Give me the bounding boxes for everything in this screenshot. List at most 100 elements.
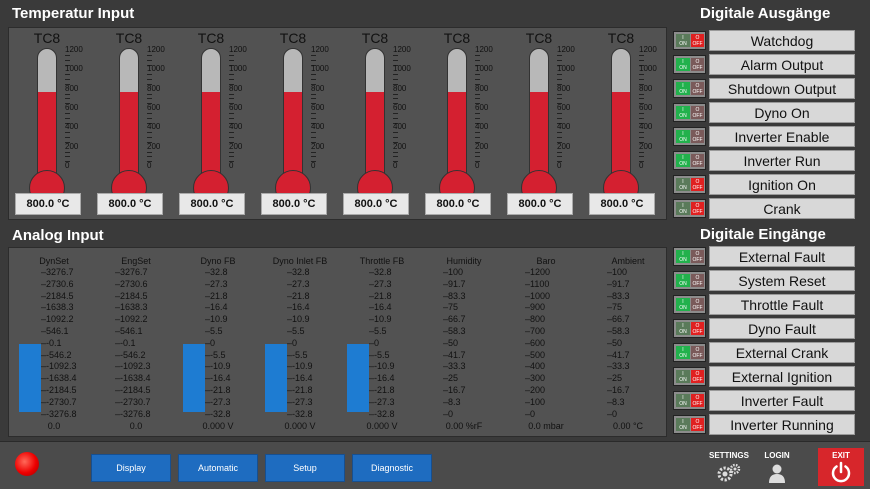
analog-tick-label: –3276.7 xyxy=(115,267,148,277)
bottom-bar: Display Automatic Setup Diagnostic SETTI… xyxy=(0,441,870,489)
input-toggle[interactable]: I ON O OFF xyxy=(673,271,706,290)
input-label: Dyno Fault xyxy=(709,318,855,339)
input-toggle[interactable]: I ON O OFF xyxy=(673,367,706,386)
scale-minor-tick xyxy=(639,54,644,56)
analog-tick-value: 100 xyxy=(448,267,464,277)
scale-tick-label: 200 xyxy=(393,141,407,151)
display-button[interactable]: Display xyxy=(91,454,171,482)
analog-tick-label: –500 xyxy=(525,349,546,360)
input-label: Inverter Fault xyxy=(709,390,855,411)
input-toggle[interactable]: I ON O OFF xyxy=(673,343,706,362)
analog-tick-value: 3276.7 xyxy=(120,267,148,277)
toggle-off-segment: O OFF xyxy=(691,202,704,215)
analog-tick-value: 500 xyxy=(530,349,546,360)
output-toggle[interactable]: I ON O OFF xyxy=(673,103,706,122)
analog-tick-label: –32.8 xyxy=(205,267,228,277)
analog-column-title: DynSet xyxy=(39,256,69,266)
toggle-off-segment: O OFF xyxy=(691,250,704,263)
status-led xyxy=(15,452,39,476)
analog-tick-value: 32.8 xyxy=(374,267,392,277)
input-toggle[interactable]: I ON O OFF xyxy=(673,295,706,314)
analog-tick-label: –75 xyxy=(443,302,459,313)
sensor-name: TC8 xyxy=(33,30,61,46)
analog-column-title: Dyno Inlet FB xyxy=(272,256,328,266)
scale-minor-tick xyxy=(311,79,316,80)
toggle-on-segment: I ON xyxy=(676,370,690,383)
scale-minor-tick xyxy=(65,156,70,158)
analog-tick-label: –-10.9 xyxy=(369,361,395,372)
thermometer-fill xyxy=(366,91,384,177)
login-button[interactable]: LOGIN xyxy=(756,448,798,486)
analog-value: 0.0 xyxy=(129,421,143,431)
output-row: I ON O OFF Inverter Run xyxy=(673,150,855,171)
toggle-on-segment: I ON xyxy=(676,418,690,431)
analog-tick-value: 27.3 xyxy=(292,278,310,289)
scale-minor-tick xyxy=(311,117,316,119)
output-toggle[interactable]: I ON O OFF xyxy=(673,127,706,146)
thermometer-scale: 1200 1000 800 600 400 200 0 xyxy=(473,46,513,180)
analog-column-title: Dyno FB xyxy=(200,256,236,266)
analog-tick-value: -32.8 xyxy=(374,408,395,419)
analog-tick-label: –-3276.8 xyxy=(115,408,151,419)
analog-tick-value: 10.9 xyxy=(292,314,310,325)
scale-tick-label: 1000 xyxy=(475,64,493,74)
on-text: ON xyxy=(679,185,687,191)
scale-minor-tick xyxy=(65,117,70,119)
toggle-on-segment: I ON xyxy=(676,202,690,215)
analog-tick-label: –0 xyxy=(287,337,298,348)
scale-minor-tick xyxy=(557,132,562,134)
output-toggle[interactable]: I ON O OFF xyxy=(673,31,706,50)
scale-minor-tick xyxy=(65,54,70,56)
diagnostic-button[interactable]: Diagnostic xyxy=(352,454,432,482)
scale-minor-tick xyxy=(557,98,562,100)
off-text: OFF xyxy=(692,257,703,263)
output-toggle[interactable]: I ON O OFF xyxy=(673,175,706,194)
analog-tick-value: -1092.3 xyxy=(46,361,77,372)
output-toggle[interactable]: I ON O OFF xyxy=(673,79,706,98)
output-label: Alarm Output xyxy=(709,54,855,75)
output-toggle[interactable]: I ON O OFF xyxy=(673,151,706,170)
analog-tick-label: –8.3 xyxy=(443,396,461,407)
analog-column: EngSet –3276.7 –2730.6 –2184.5 –1638.3 –1092.… xyxy=(95,248,177,438)
analog-tick-label: –27.3 xyxy=(369,278,392,289)
exit-button[interactable]: EXIT xyxy=(818,448,864,486)
analog-tick-label: –91.7 xyxy=(443,278,466,289)
analog-tick-value: -21.8 xyxy=(292,385,313,395)
input-row: I ON O OFF External Fault xyxy=(673,246,855,267)
analog-tick-label: –900 xyxy=(525,302,546,313)
scale-tick-label: 1200 xyxy=(229,45,247,54)
analog-tick-label: –1200 xyxy=(525,267,551,277)
output-toggle[interactable]: I ON O OFF xyxy=(673,199,706,218)
input-toggle[interactable]: I ON O OFF xyxy=(673,415,706,434)
thermometer: TC8 1200 1000 800 600 400 200 0 800.0 °C xyxy=(507,28,595,218)
scale-tick-label: 600 xyxy=(65,103,79,112)
off-text: OFF xyxy=(692,377,703,383)
digital-in-title: Digitale Eingänge xyxy=(700,226,826,243)
analog-tick-value: 2730.6 xyxy=(46,278,74,289)
scale-minor-tick xyxy=(147,117,152,119)
output-toggle[interactable]: I ON O OFF xyxy=(673,55,706,74)
input-toggle[interactable]: I ON O OFF xyxy=(673,319,706,338)
analog-tick-label: –27.3 xyxy=(205,278,228,289)
analog-tick-label: –2730.6 xyxy=(115,278,148,289)
sensor-name: TC8 xyxy=(525,30,553,46)
temperature-value: 800.0 °C xyxy=(179,193,245,215)
scale-minor-tick xyxy=(147,112,152,114)
analog-tick-label: –-546.2 xyxy=(115,349,146,360)
toggle-on-segment: I ON xyxy=(676,82,690,95)
setup-button[interactable]: Setup xyxy=(265,454,345,482)
automatic-button[interactable]: Automatic xyxy=(178,454,258,482)
scale-tick-label: 600 xyxy=(147,103,161,112)
input-toggle[interactable]: I ON O OFF xyxy=(673,391,706,410)
scale-minor-tick xyxy=(557,93,562,95)
output-label: Inverter Run xyxy=(709,150,855,171)
analog-tick-value: 5.5 xyxy=(374,326,387,336)
analog-tick-value: 300 xyxy=(530,373,546,384)
scale-minor-tick xyxy=(393,117,398,119)
analog-tick-value: -27.3 xyxy=(210,396,231,407)
scale-minor-tick xyxy=(475,74,480,76)
analog-tick-value: 75 xyxy=(612,302,623,313)
analog-tick-label: –-5.5 xyxy=(287,349,308,360)
settings-button[interactable]: SETTINGS xyxy=(706,448,752,486)
input-toggle[interactable]: I ON O OFF xyxy=(673,247,706,266)
